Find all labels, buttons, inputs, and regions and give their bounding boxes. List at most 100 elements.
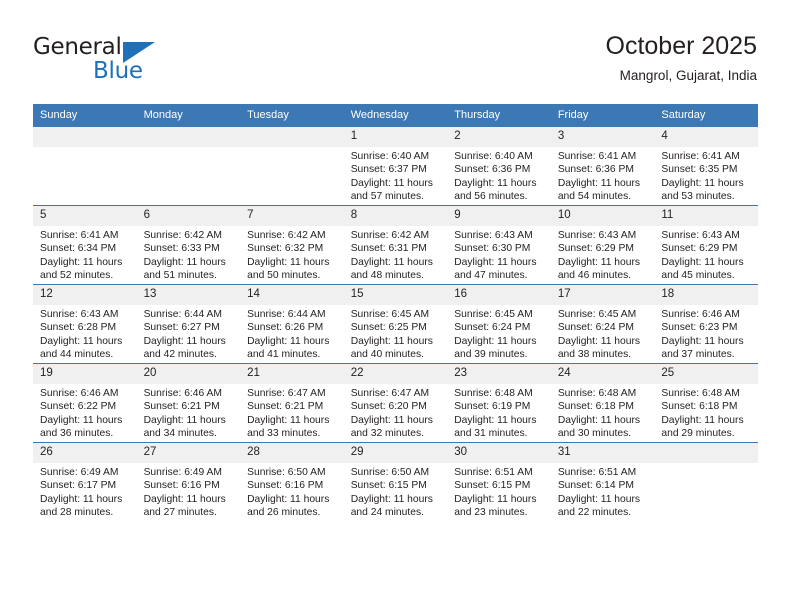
calendar-day-cell[interactable]: 15 Sunrise: 6:45 AM Sunset: 6:25 PM Dayligh… — [343, 284, 448, 364]
sunrise-text: Sunrise: 6:46 AM — [143, 388, 222, 399]
daylight-text: Daylight: 11 hours and 39 minutes. — [454, 335, 537, 361]
daylight-text: Daylight: 11 hours and 56 minutes. — [454, 177, 537, 203]
daylight-text: Daylight: 11 hours and 52 minutes. — [40, 256, 123, 282]
logo-text-blue: Blue — [93, 58, 143, 84]
page-subtitle: Mangrol, Gujarat, India — [619, 68, 757, 83]
day-details: Sunrise: 6:50 AM Sunset: 6:16 PM Daylight:… — [240, 463, 344, 520]
calendar-day-cell[interactable]: 31 Sunrise: 6:51 AM Sunset: 6:14 PM Dayligh… — [550, 442, 655, 521]
day-number: 19 — [33, 364, 137, 384]
sunrise-text: Sunrise: 6:40 AM — [350, 151, 430, 162]
daylight-text: Daylight: 11 hours and 23 minutes. — [454, 493, 537, 519]
calendar-day-cell[interactable]: 27 Sunrise: 6:49 AM Sunset: 6:16 PM Dayligh… — [136, 442, 241, 521]
day-details: Sunrise: 6:41 AM Sunset: 6:36 PM Daylight:… — [551, 147, 655, 204]
calendar-day-cell-empty — [654, 442, 758, 521]
sunrise-text: Sunrise: 6:45 AM — [454, 309, 533, 320]
calendar-day-cell[interactable]: 13 Sunrise: 6:44 AM Sunset: 6:27 PM Dayligh… — [136, 284, 241, 364]
sunset-text: Sunset: 6:16 PM — [247, 480, 324, 492]
daylight-text: Daylight: 11 hours and 46 minutes. — [557, 256, 641, 282]
sunset-text: Sunset: 6:27 PM — [143, 322, 220, 334]
sunrise-sunset-calendar: Sunday Monday Tuesday Wednesday Thursday Frid… — [33, 104, 758, 521]
daylight-text: Daylight: 11 hours and 30 minutes. — [557, 414, 641, 440]
calendar-day-cell[interactable]: 29 Sunrise: 6:50 AM Sunset: 6:15 PM Dayligh… — [343, 442, 448, 521]
sunset-text: Sunset: 6:32 PM — [247, 243, 324, 255]
sunset-text: Sunset: 6:20 PM — [350, 401, 427, 413]
day-number: 17 — [550, 285, 655, 305]
calendar-day-cell[interactable]: 5 Sunrise: 6:41 AM Sunset: 6:34 PM Daylight… — [33, 205, 137, 285]
sunset-text: Sunset: 6:21 PM — [143, 401, 220, 413]
sunrise-text: Sunrise: 6:51 AM — [454, 467, 533, 478]
daylight-text: Daylight: 11 hours and 34 minutes. — [143, 414, 226, 440]
day-details: Sunrise: 6:44 AM Sunset: 6:27 PM Daylight:… — [137, 305, 241, 362]
calendar-day-cell[interactable]: 9 Sunrise: 6:43 AM Sunset: 6:30 PM Daylight… — [447, 205, 551, 285]
sunrise-text: Sunrise: 6:42 AM — [247, 230, 326, 241]
day-details: Sunrise: 6:41 AM Sunset: 6:35 PM Daylight:… — [654, 147, 758, 204]
calendar-day-cell[interactable]: 26 Sunrise: 6:49 AM Sunset: 6:17 PM Dayligh… — [33, 442, 137, 521]
sunrise-text: Sunrise: 6:44 AM — [143, 309, 222, 320]
sunset-text: Sunset: 6:34 PM — [40, 243, 117, 255]
sunrise-text: Sunrise: 6:47 AM — [350, 388, 430, 399]
sunrise-text: Sunrise: 6:48 AM — [454, 388, 533, 399]
calendar-day-cell[interactable]: 20 Sunrise: 6:46 AM Sunset: 6:21 PM Dayligh… — [136, 363, 241, 443]
daylight-text: Daylight: 11 hours and 53 minutes. — [661, 177, 744, 203]
calendar-day-cell[interactable]: 3 Sunrise: 6:41 AM Sunset: 6:36 PM Daylight… — [550, 126, 655, 206]
day-details: Sunrise: 6:51 AM Sunset: 6:15 PM Daylight:… — [447, 463, 551, 520]
day-number — [240, 127, 344, 147]
sunset-text: Sunset: 6:30 PM — [454, 243, 531, 255]
day-number: 9 — [447, 206, 551, 226]
day-details: Sunrise: 6:51 AM Sunset: 6:14 PM Daylight:… — [551, 463, 655, 520]
calendar-day-cell[interactable]: 7 Sunrise: 6:42 AM Sunset: 6:32 PM Daylight… — [240, 205, 344, 285]
sunset-text: Sunset: 6:28 PM — [40, 322, 117, 334]
calendar-day-cell[interactable]: 21 Sunrise: 6:47 AM Sunset: 6:21 PM Dayligh… — [240, 363, 344, 443]
calendar-day-cell[interactable]: 4 Sunrise: 6:41 AM Sunset: 6:35 PM Daylight… — [654, 126, 758, 206]
day-number: 26 — [33, 443, 137, 463]
day-number: 18 — [654, 285, 758, 305]
day-details: Sunrise: 6:44 AM Sunset: 6:26 PM Daylight:… — [240, 305, 344, 362]
calendar-day-cell[interactable]: 30 Sunrise: 6:51 AM Sunset: 6:15 PM Dayligh… — [447, 442, 551, 521]
day-number: 11 — [654, 206, 758, 226]
sunrise-text: Sunrise: 6:48 AM — [661, 388, 740, 399]
calendar-day-cell[interactable]: 23 Sunrise: 6:48 AM Sunset: 6:19 PM Dayligh… — [447, 363, 551, 443]
day-number: 3 — [550, 127, 655, 147]
weekday-header-sunday: Sunday — [33, 104, 137, 127]
day-number — [136, 127, 241, 147]
sunrise-text: Sunrise: 6:46 AM — [40, 388, 119, 399]
calendar-day-cell[interactable]: 25 Sunrise: 6:48 AM Sunset: 6:18 PM Dayligh… — [654, 363, 758, 443]
calendar-day-cell[interactable]: 12 Sunrise: 6:43 AM Sunset: 6:28 PM Dayligh… — [33, 284, 137, 364]
day-details: Sunrise: 6:42 AM Sunset: 6:32 PM Daylight:… — [240, 226, 344, 283]
calendar-day-cell[interactable]: 11 Sunrise: 6:43 AM Sunset: 6:29 PM Dayligh… — [654, 205, 758, 285]
sunset-text: Sunset: 6:37 PM — [350, 164, 427, 176]
calendar-day-cell[interactable]: 2 Sunrise: 6:40 AM Sunset: 6:36 PM Daylight… — [447, 126, 551, 206]
calendar-day-cell[interactable]: 8 Sunrise: 6:42 AM Sunset: 6:31 PM Daylight… — [343, 205, 448, 285]
calendar-day-cell[interactable]: 10 Sunrise: 6:43 AM Sunset: 6:29 PM Dayligh… — [550, 205, 655, 285]
daylight-text: Daylight: 11 hours and 33 minutes. — [247, 414, 330, 440]
calendar-day-cell[interactable]: 28 Sunrise: 6:50 AM Sunset: 6:16 PM Dayligh… — [240, 442, 344, 521]
calendar-day-cell[interactable]: 24 Sunrise: 6:48 AM Sunset: 6:18 PM Dayligh… — [550, 363, 655, 443]
calendar-page: General Blue October 2025 Mangrol, Gujar… — [0, 0, 792, 612]
calendar-day-cell[interactable]: 18 Sunrise: 6:46 AM Sunset: 6:23 PM Dayligh… — [654, 284, 758, 364]
sunrise-text: Sunrise: 6:47 AM — [247, 388, 326, 399]
day-details: Sunrise: 6:42 AM Sunset: 6:33 PM Daylight:… — [137, 226, 241, 283]
sunrise-text: Sunrise: 6:49 AM — [143, 467, 222, 478]
daylight-text: Daylight: 11 hours and 27 minutes. — [143, 493, 226, 519]
day-number: 16 — [447, 285, 551, 305]
calendar-day-cell[interactable]: 1 Sunrise: 6:40 AM Sunset: 6:37 PM Daylight… — [343, 126, 448, 206]
calendar-day-cell[interactable]: 14 Sunrise: 6:44 AM Sunset: 6:26 PM Dayligh… — [240, 284, 344, 364]
calendar-day-cell-empty — [240, 126, 344, 206]
calendar-day-cell[interactable]: 17 Sunrise: 6:45 AM Sunset: 6:24 PM Dayligh… — [550, 284, 655, 364]
weekday-header-row: Sunday Monday Tuesday Wednesday Thursday Frid… — [33, 104, 758, 127]
sunrise-text: Sunrise: 6:42 AM — [350, 230, 430, 241]
sunset-text: Sunset: 6:24 PM — [454, 322, 531, 334]
calendar-day-cell[interactable]: 19 Sunrise: 6:46 AM Sunset: 6:22 PM Dayligh… — [33, 363, 137, 443]
weekday-header-monday: Monday — [136, 104, 241, 127]
day-number: 21 — [240, 364, 344, 384]
day-number: 28 — [240, 443, 344, 463]
calendar-day-cell[interactable]: 22 Sunrise: 6:47 AM Sunset: 6:20 PM Dayligh… — [343, 363, 448, 443]
calendar-day-cell[interactable]: 16 Sunrise: 6:45 AM Sunset: 6:24 PM Dayligh… — [447, 284, 551, 364]
day-number: 27 — [136, 443, 241, 463]
sunset-text: Sunset: 6:33 PM — [143, 243, 220, 255]
sunrise-text: Sunrise: 6:43 AM — [661, 230, 740, 241]
sunset-text: Sunset: 6:17 PM — [40, 480, 117, 492]
sunset-text: Sunset: 6:22 PM — [40, 401, 117, 413]
calendar-day-cell[interactable]: 6 Sunrise: 6:42 AM Sunset: 6:33 PM Daylight… — [136, 205, 241, 285]
sunset-text: Sunset: 6:14 PM — [557, 480, 634, 492]
